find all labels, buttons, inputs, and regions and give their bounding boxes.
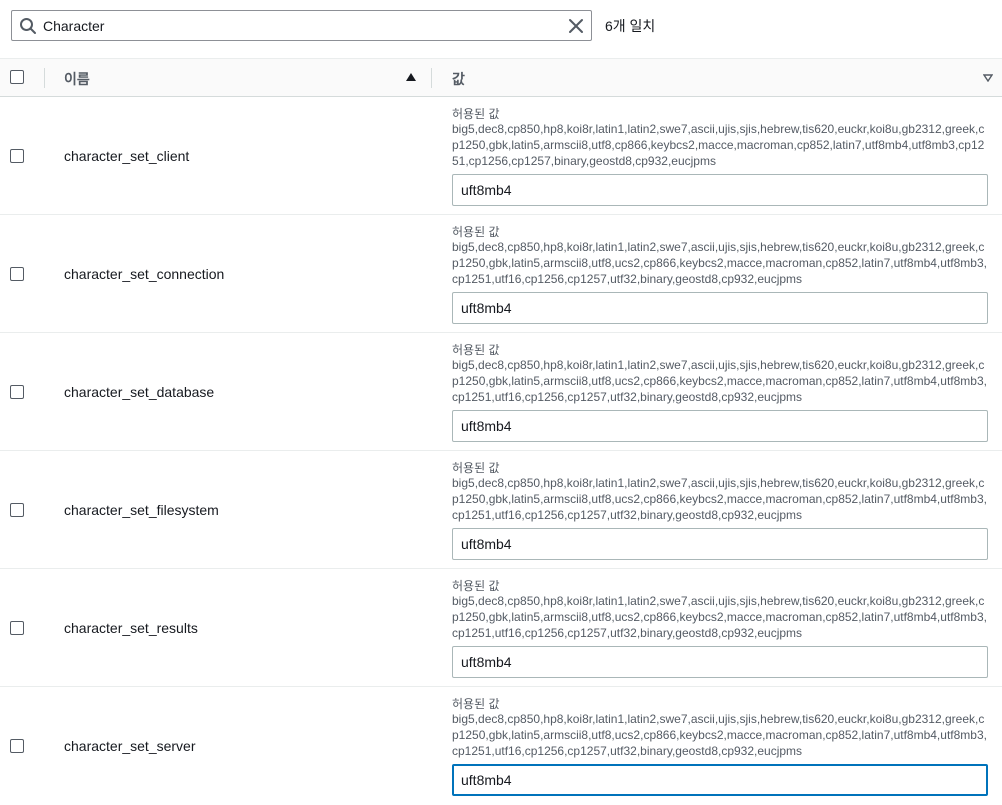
parameter-name: character_set_database bbox=[64, 384, 215, 400]
allowed-values-text: big5,dec8,cp850,hp8,koi8r,latin1,latin2,… bbox=[452, 594, 987, 640]
table-header: 이름 값 bbox=[0, 58, 1002, 97]
column-header-name[interactable]: 이름 bbox=[64, 69, 90, 89]
allowed-values-text: big5,dec8,cp850,hp8,koi8r,latin1,latin2,… bbox=[452, 122, 985, 168]
column-header-value[interactable]: 값 bbox=[452, 69, 465, 89]
table-row: character_set_results 허용된 값 big5,dec8,cp… bbox=[0, 569, 1002, 687]
row-checkbox[interactable] bbox=[10, 385, 24, 399]
allowed-values-label: 허용된 값 bbox=[452, 697, 500, 711]
allowed-values-text: big5,dec8,cp850,hp8,koi8r,latin1,latin2,… bbox=[452, 358, 987, 404]
parameter-name: character_set_client bbox=[64, 148, 190, 164]
sort-descending-icon[interactable] bbox=[983, 74, 993, 82]
column-divider bbox=[431, 68, 432, 88]
row-checkbox[interactable] bbox=[10, 149, 24, 163]
parameter-value-input[interactable] bbox=[452, 292, 988, 324]
match-count: 6개 일치 bbox=[605, 18, 656, 34]
table-row: character_set_server 허용된 값 big5,dec8,cp8… bbox=[0, 687, 1002, 805]
parameter-value-input[interactable] bbox=[452, 174, 988, 206]
parameter-name: character_set_server bbox=[64, 738, 196, 754]
parameter-value-input[interactable] bbox=[452, 764, 988, 796]
search-input[interactable] bbox=[43, 14, 563, 37]
parameter-name: character_set_filesystem bbox=[64, 502, 219, 518]
clear-search-icon[interactable] bbox=[567, 17, 585, 35]
column-divider bbox=[44, 68, 45, 88]
table-row: character_set_connection 허용된 값 big5,dec8… bbox=[0, 215, 1002, 333]
allowed-values-text: big5,dec8,cp850,hp8,koi8r,latin1,latin2,… bbox=[452, 712, 987, 758]
sort-ascending-icon[interactable] bbox=[406, 73, 416, 81]
allowed-values-label: 허용된 값 bbox=[452, 225, 500, 239]
allowed-values-label: 허용된 값 bbox=[452, 579, 500, 593]
search-icon bbox=[20, 18, 36, 34]
parameter-value-input[interactable] bbox=[452, 528, 988, 560]
allowed-values-label: 허용된 값 bbox=[452, 343, 500, 357]
allowed-values-label: 허용된 값 bbox=[452, 107, 500, 121]
parameter-name: character_set_results bbox=[64, 620, 198, 636]
row-checkbox[interactable] bbox=[10, 621, 24, 635]
header-checkbox-cell bbox=[0, 59, 44, 97]
parameter-name: character_set_connection bbox=[64, 266, 225, 282]
table-row: character_set_filesystem 허용된 값 big5,dec8… bbox=[0, 451, 1002, 569]
select-all-checkbox[interactable] bbox=[10, 70, 24, 84]
table-row: character_set_database 허용된 값 big5,dec8,c… bbox=[0, 333, 1002, 451]
parameter-value-input[interactable] bbox=[452, 410, 988, 442]
allowed-values-text: big5,dec8,cp850,hp8,koi8r,latin1,latin2,… bbox=[452, 240, 987, 286]
parameter-value-input[interactable] bbox=[452, 646, 988, 678]
row-checkbox[interactable] bbox=[10, 503, 24, 517]
allowed-values-text: big5,dec8,cp850,hp8,koi8r,latin1,latin2,… bbox=[452, 476, 987, 522]
row-checkbox[interactable] bbox=[10, 739, 24, 753]
allowed-values-label: 허용된 값 bbox=[452, 461, 500, 475]
row-checkbox[interactable] bbox=[10, 267, 24, 281]
search-box bbox=[11, 10, 592, 41]
table-row: character_set_client 허용된 값 big5,dec8,cp8… bbox=[0, 97, 1002, 215]
